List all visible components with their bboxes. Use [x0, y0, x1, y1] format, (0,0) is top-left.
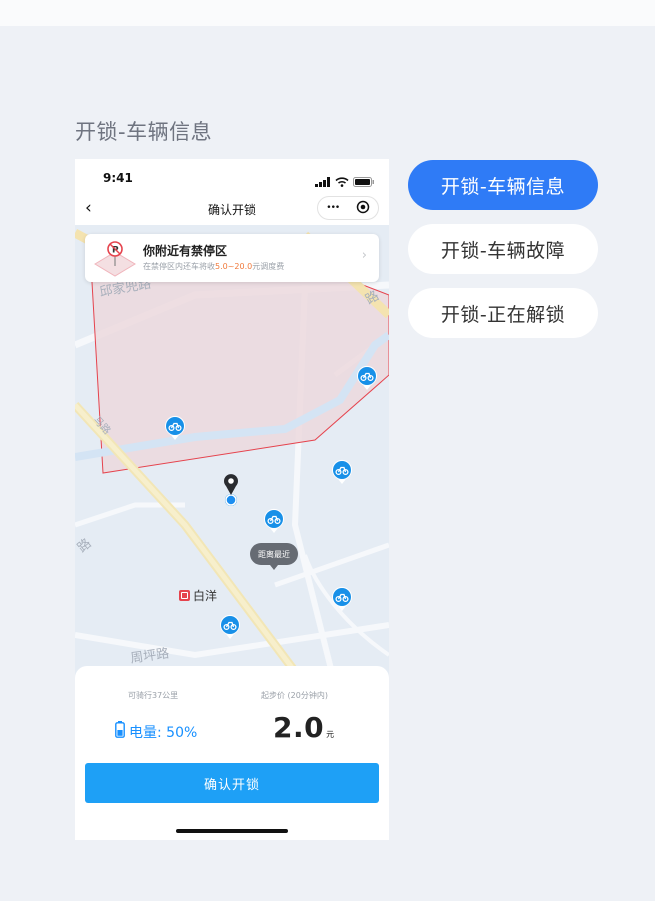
chevron-right-icon: ›: [361, 248, 367, 263]
close-target-icon[interactable]: [356, 199, 370, 218]
nav-bar: ‹ 确认开锁 •••: [75, 193, 389, 225]
home-indicator: [176, 829, 288, 833]
state-tab-unlocking[interactable]: 开锁-正在解锁: [408, 288, 598, 338]
unlock-bottom-sheet: 可骑行37公里 起步价 (20分钟内) 电量: 50% 2.0 元 确认开锁: [75, 666, 389, 840]
battery-status-icon: [353, 172, 375, 191]
section-title: 开锁-车辆信息: [75, 120, 213, 144]
phone-screen: 邱家兜路 路 马路 路 周坪路 白洋 距离最近 9:41 ‹ 确认开锁 ••• …: [75, 159, 389, 840]
map[interactable]: 邱家兜路 路 马路 路 周坪路 白洋 距离最近: [75, 225, 389, 685]
location-pin-icon: [220, 471, 242, 507]
start-price: 2.0 元: [273, 711, 334, 744]
battery-icon: [115, 721, 125, 742]
bike-marker-icon[interactable]: [331, 586, 353, 612]
mini-program-capsule: •••: [317, 196, 379, 220]
notice-title: 你附近有禁停区: [143, 244, 228, 258]
status-bar: 9:41: [75, 159, 389, 193]
station-name: 白洋: [193, 589, 218, 603]
metro-icon: [179, 590, 190, 601]
no-parking-notice[interactable]: P 你附近有禁停区 在禁停区内还车将收5.0~20.0元调度费 ›: [85, 234, 379, 282]
bike-marker-icon[interactable]: [331, 459, 353, 485]
state-tab-vehicle-info[interactable]: 开锁-车辆信息: [408, 160, 598, 210]
status-time: 9:41: [103, 171, 133, 185]
bike-marker-nearest-icon[interactable]: [263, 508, 285, 534]
wifi-icon: [335, 172, 349, 191]
battery-info: 电量: 50%: [115, 721, 197, 742]
top-band: [0, 0, 655, 26]
state-tab-vehicle-fault[interactable]: 开锁-车辆故障: [408, 224, 598, 274]
price-label: 起步价 (20分钟内): [261, 691, 328, 700]
no-parking-icon: P: [93, 240, 137, 278]
nearest-tooltip: 距离最近: [250, 543, 298, 570]
notice-subtitle: 在禁停区内还车将收5.0~20.0元调度费: [143, 261, 284, 272]
bike-marker-icon[interactable]: [219, 614, 241, 640]
notice-fee-range: 5.0~20.0: [215, 262, 253, 271]
price-unit: 元: [326, 730, 335, 739]
price-value: 2.0: [273, 711, 325, 744]
range-label: 可骑行37公里: [128, 691, 179, 700]
notice-sub-prefix: 在禁停区内还车将收: [143, 262, 215, 271]
station-label[interactable]: 白洋: [179, 587, 217, 604]
bike-marker-icon[interactable]: [356, 365, 378, 391]
bike-marker-icon[interactable]: [164, 415, 186, 441]
battery-text: 电量: 50%: [129, 724, 198, 741]
signal-icon: [315, 172, 331, 191]
more-icon[interactable]: •••: [326, 203, 340, 213]
notice-sub-suffix: 元调度费: [252, 262, 285, 271]
confirm-unlock-button[interactable]: 确认开锁: [85, 763, 379, 803]
